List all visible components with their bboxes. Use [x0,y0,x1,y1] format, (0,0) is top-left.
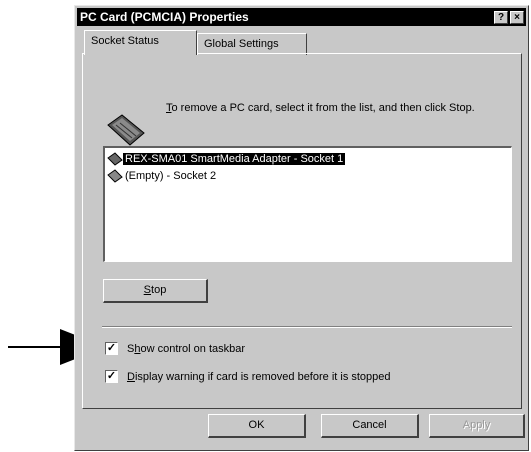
tab-label: Socket Status [91,35,159,47]
list-item[interactable]: (Empty) - Socket 2 [107,168,218,184]
display-warning-label: Display warning if card is removed befor… [127,370,391,383]
instruction-text: To remove a PC card, select it from the … [166,101,511,115]
show-control-option[interactable]: ✓ Show control on taskbar [105,342,245,355]
close-button[interactable]: × [510,10,524,24]
socket-label: REX-SMA01 SmartMedia Adapter - Socket 1 [123,153,346,165]
stop-button[interactable]: Stop [103,279,208,303]
title-bar[interactable]: PC Card (PCMCIA) Properties ? × [77,8,526,26]
separator [102,326,512,328]
socket-label: (Empty) - Socket 2 [125,170,217,182]
empty-slot-icon [107,169,123,183]
stop-accel: S [143,284,152,296]
help-button[interactable]: ? [494,10,508,24]
display-warning-checkbox[interactable]: ✓ [105,370,118,383]
apply-button[interactable]: Apply [429,414,525,438]
cancel-button[interactable]: Cancel [321,414,419,438]
show-control-checkbox[interactable]: ✓ [105,342,118,355]
pc-card-icon [107,152,123,166]
properties-dialog: PC Card (PCMCIA) Properties ? × Socket S… [74,5,529,451]
tab-label: Global Settings [204,38,279,50]
window-title: PC Card (PCMCIA) Properties [80,10,249,24]
tab-global-settings[interactable]: Global Settings [197,33,307,55]
stop-label: top [151,284,167,296]
socket-list[interactable]: REX-SMA01 SmartMedia Adapter - Socket 1 … [103,146,512,262]
pc-card-icon [107,114,145,146]
list-item[interactable]: REX-SMA01 SmartMedia Adapter - Socket 1 [107,151,346,167]
ok-button[interactable]: OK [208,414,306,438]
instruction-rest: o remove a PC card, select it from the l… [171,102,475,114]
show-control-label: Show control on taskbar [127,342,246,355]
tab-socket-status[interactable]: Socket Status [84,30,197,55]
display-warning-option[interactable]: ✓ Display warning if card is removed bef… [105,370,391,383]
